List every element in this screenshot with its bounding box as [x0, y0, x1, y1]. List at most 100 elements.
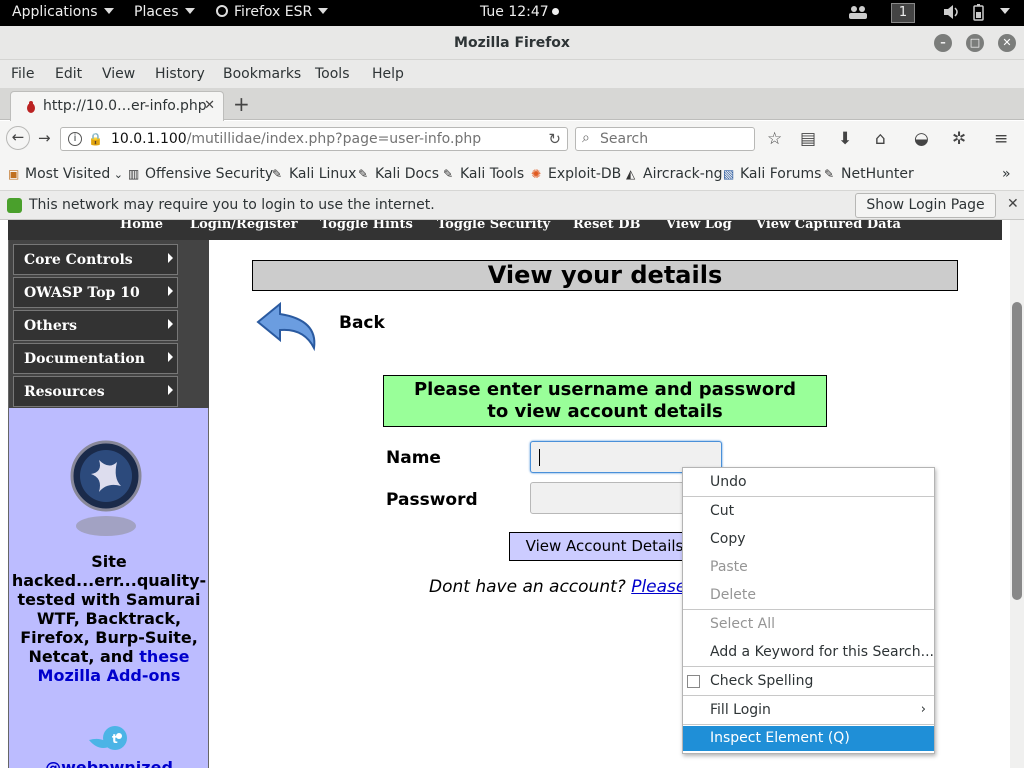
menu-separator — [683, 609, 934, 610]
context-item-undo[interactable]: Undo — [683, 470, 934, 495]
workspace-indicator[interactable]: 1 — [891, 3, 915, 23]
library-icon[interactable]: ▤ — [800, 129, 816, 149]
site-nav-bar: Home Login/Register Toggle Hints Toggle … — [8, 220, 1002, 240]
twitter-bird-icon[interactable]: t — [85, 722, 135, 762]
url-bar[interactable]: i 🔒 10.0.1.100/mutillidae/index.php?page… — [60, 127, 568, 151]
firefox-app-menu[interactable]: Firefox ESR — [216, 4, 329, 20]
sidebar-item-resources[interactable]: Resources — [13, 376, 178, 407]
menu-view[interactable]: View — [102, 66, 135, 82]
context-item-label: Undo — [710, 474, 747, 490]
tab-user-info[interactable]: http://10.0…er-info.php ✕ — [10, 91, 224, 121]
offsec-icon: ▥ — [128, 167, 140, 181]
aircrack-icon: ◭ — [626, 167, 636, 181]
home-icon[interactable]: ⌂ — [875, 129, 886, 149]
volume-icon[interactable] — [943, 4, 961, 24]
forward-arrow-icon[interactable]: → — [38, 129, 51, 147]
nav-link-view-log[interactable]: View Log — [666, 220, 732, 232]
twitter-handle[interactable]: @webpwnized — [9, 758, 209, 768]
hamburger-menu-icon[interactable]: ≡ — [994, 129, 1008, 149]
chevron-down-icon — [103, 8, 114, 14]
bookmark-item[interactable]: ✎ Kali Docs — [358, 166, 439, 182]
info-icon[interactable]: i — [68, 132, 82, 146]
scrollbar-thumb[interactable] — [1012, 302, 1022, 600]
search-icon: ⌕ — [582, 130, 590, 146]
chevron-down-icon — [184, 8, 195, 14]
context-item-delete[interactable]: Delete — [683, 583, 934, 608]
kali-dragon-icon: ✎ — [358, 167, 369, 181]
url-path: /mutillidae/index.php?page=user-info.php — [186, 131, 482, 147]
bookmark-most-visited[interactable]: ▣ Most Visited ⌄ — [8, 166, 123, 182]
context-item-cut[interactable]: Cut — [683, 499, 934, 524]
notification-close-icon[interactable]: ✕ — [1007, 196, 1019, 212]
chevron-right-icon: › — [920, 702, 926, 717]
bookmark-label: Aircrack-ng — [643, 166, 723, 182]
new-tab-button[interactable]: + — [233, 92, 250, 116]
search-box[interactable]: ⌕ Search — [575, 127, 755, 151]
clock[interactable]: Tue 12:47 — [480, 4, 559, 20]
nav-link-toggle-hints[interactable]: Toggle Hints — [320, 220, 413, 232]
places-menu[interactable]: Places — [134, 4, 195, 20]
bookmark-star-icon[interactable]: ☆ — [767, 129, 782, 149]
context-item-inspect-element[interactable]: Inspect Element (Q) — [683, 726, 934, 751]
pocket-icon[interactable]: ◒ — [914, 129, 929, 149]
reload-icon[interactable]: ↻ — [548, 130, 561, 148]
nav-link-toggle-security[interactable]: Toggle Security — [437, 220, 550, 232]
context-item-fill-login[interactable]: Fill Login › — [683, 698, 934, 723]
back-link[interactable]: Back — [339, 313, 385, 333]
download-icon[interactable]: ⬇ — [838, 129, 852, 149]
battery-icon[interactable] — [972, 4, 988, 26]
minimize-icon[interactable]: – — [934, 34, 952, 52]
checkbox-icon[interactable] — [687, 675, 700, 688]
menu-tools[interactable]: Tools — [315, 66, 350, 82]
context-item-add-keyword[interactable]: Add a Keyword for this Search... — [683, 640, 934, 665]
context-item-paste[interactable]: Paste — [683, 555, 934, 580]
context-item-label: Delete — [710, 587, 756, 603]
sidebar-item-others[interactable]: Others — [13, 310, 178, 341]
menu-file[interactable]: File — [11, 66, 34, 82]
sidebar-item-label: Core Controls — [24, 252, 133, 268]
page-scrollbar[interactable] — [1010, 220, 1024, 768]
nav-link-home[interactable]: Home — [120, 220, 163, 232]
view-account-details-button[interactable]: View Account Details — [509, 532, 700, 561]
nav-link-view-captured-data[interactable]: View Captured Data — [756, 220, 901, 232]
back-arrow-icon[interactable]: ← — [6, 126, 30, 150]
sidebar-item-core-controls[interactable]: Core Controls — [13, 244, 178, 275]
nav-link-reset-db[interactable]: Reset DB — [573, 220, 640, 232]
sidebar-item-label: Documentation — [24, 351, 145, 367]
show-login-page-button[interactable]: Show Login Page — [855, 193, 996, 218]
bookmark-item[interactable]: ✎ NetHunter — [824, 166, 914, 182]
menu-help[interactable]: Help — [372, 66, 404, 82]
users-icon[interactable] — [848, 4, 868, 24]
bookmark-item[interactable]: ▥ Offensive Security — [128, 166, 273, 182]
context-item-check-spelling[interactable]: Check Spelling — [683, 669, 934, 694]
context-item-select-all[interactable]: Select All — [683, 612, 934, 637]
bookmark-item[interactable]: ✺ Exploit-DB — [531, 166, 621, 182]
menu-bookmarks[interactable]: Bookmarks — [223, 66, 301, 82]
window-title: Mozilla Firefox — [454, 35, 570, 51]
context-item-copy[interactable]: Copy — [683, 527, 934, 552]
bookmark-item[interactable]: ✎ Kali Linux — [272, 166, 356, 182]
instruction-line: Please enter username and password — [413, 379, 797, 400]
bookmarks-overflow-icon[interactable]: » — [1002, 166, 1011, 182]
bookmarks-toolbar: ▣ Most Visited ⌄ ▥ Offensive Security ✎ Kal… — [0, 157, 1024, 191]
bookmark-item[interactable]: ▧ Kali Forums — [723, 166, 821, 182]
menu-history[interactable]: History — [155, 66, 205, 82]
sidebar-item-documentation[interactable]: Documentation — [13, 343, 178, 374]
extension-icon[interactable]: ✲ — [952, 129, 966, 149]
tab-close-icon[interactable]: ✕ — [204, 98, 215, 113]
nav-link-login-register[interactable]: Login/Register — [190, 220, 298, 232]
no-account-label: Dont have an account? — [429, 577, 626, 597]
applications-menu[interactable]: Applications — [12, 4, 114, 20]
insecure-lock-icon[interactable]: 🔒 — [88, 132, 103, 146]
search-placeholder: Search — [600, 131, 649, 147]
bookmark-item[interactable]: ✎ Kali Tools — [443, 166, 524, 182]
bookmark-item[interactable]: ◭ Aircrack-ng — [626, 166, 723, 182]
back-arrow-icon[interactable] — [256, 300, 322, 356]
sidebar-item-owasp-top-10[interactable]: OWASP Top 10 — [13, 277, 178, 308]
system-menu[interactable] — [1000, 4, 1010, 20]
close-icon[interactable]: ✕ — [998, 34, 1016, 52]
context-item-label: Add a Keyword for this Search... — [710, 644, 934, 660]
maximize-icon[interactable]: □ — [966, 34, 984, 52]
context-item-label: Cut — [710, 503, 735, 519]
menu-edit[interactable]: Edit — [55, 66, 82, 82]
